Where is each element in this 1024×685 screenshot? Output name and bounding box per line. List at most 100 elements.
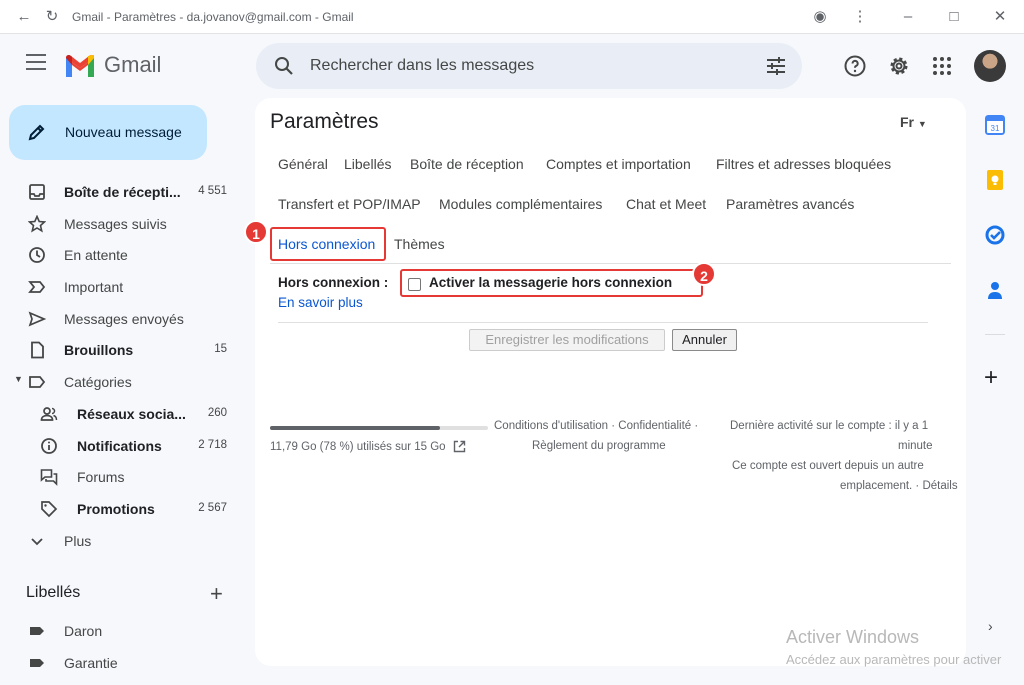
reload-icon[interactable]: ↻ [44, 9, 60, 25]
label-item-text: Daron [64, 623, 103, 639]
sidebar-nav: Boîte de récepti... 4 551 Messages suivi… [0, 176, 240, 556]
tab-accounts[interactable]: Comptes et importation [546, 156, 691, 172]
people-icon [40, 406, 58, 421]
settings-panel: Paramètres Fr ▼ Général Libellés Boîte d… [244, 98, 966, 666]
eye-icon[interactable]: ◉ [812, 9, 828, 25]
unread-count: 260 [207, 406, 227, 419]
sidebar-item-social[interactable]: Réseaux socia... 260 [0, 398, 240, 430]
tab-general[interactable]: Général [278, 156, 328, 172]
learn-more-link[interactable]: En savoir plus [278, 295, 363, 310]
annotation-box-1 [270, 227, 386, 261]
sidebar-item-label: Messages suivis [64, 215, 167, 232]
forum-icon [40, 469, 58, 487]
label-filled-icon [30, 627, 44, 635]
last-activity-text-cont: minute [898, 440, 933, 452]
tag-icon [41, 501, 58, 518]
contacts-icon[interactable] [985, 280, 1005, 300]
annotation-box-2 [400, 269, 703, 297]
sidebar-item-categories[interactable]: ▼ Catégories [0, 366, 240, 398]
caret-down-icon: ▼ [917, 119, 927, 129]
tab-chat-meet[interactable]: Chat et Meet [626, 196, 706, 212]
tab-filters[interactable]: Filtres et adresses bloquées [716, 156, 891, 172]
gmail-logo[interactable]: Gmail [64, 52, 161, 78]
side-panel: 31 + › [966, 98, 1024, 668]
add-label-icon[interactable]: + [210, 581, 223, 607]
offline-setting-label: Hors connexion : [278, 275, 389, 290]
side-panel-divider [985, 334, 1005, 335]
sidebar-item-label: Catégories [64, 374, 132, 391]
search-input[interactable]: Rechercher dans les messages [310, 57, 534, 75]
tab-labels[interactable]: Libellés [344, 156, 391, 172]
inbox-icon [29, 184, 45, 200]
minimize-icon[interactable]: – [900, 9, 916, 25]
more-vert-icon[interactable]: ⋮ [852, 9, 868, 25]
back-arrow-icon[interactable]: ← [16, 9, 32, 25]
maximize-icon[interactable]: □ [946, 9, 962, 25]
compose-button[interactable]: Nouveau message [9, 105, 207, 160]
search-bar[interactable]: Rechercher dans les messages [256, 43, 802, 89]
details-link[interactable]: emplacement. · Détails [840, 476, 958, 496]
tab-inbox[interactable]: Boîte de réception [410, 156, 524, 172]
chevron-right-icon[interactable]: › [988, 618, 993, 634]
terms-links[interactable]: Conditions d'utilisation · Confidentiali… [494, 416, 698, 436]
input-language-selector[interactable]: Fr ▼ [900, 114, 927, 130]
label-item-text: Garantie [64, 654, 118, 671]
cancel-button[interactable]: Annuler [672, 329, 737, 351]
tab-addons[interactable]: Modules complémentaires [439, 196, 602, 212]
sidebar-item-important[interactable]: Important [0, 271, 240, 303]
account-avatar[interactable] [974, 50, 1006, 82]
sidebar-item-drafts[interactable]: Brouillons 15 [0, 334, 240, 366]
storage-progress-bar [270, 426, 488, 430]
apps-grid-icon[interactable] [930, 54, 954, 78]
sidebar-item-promotions[interactable]: Promotions 2 567 [0, 493, 240, 525]
tab-themes[interactable]: Thèmes [394, 236, 445, 252]
unread-count: 15 [214, 343, 227, 356]
sidebar-item-more[interactable]: Plus [0, 525, 240, 557]
help-icon[interactable] [843, 54, 867, 78]
last-activity-text: Dernière activité sur le compte : il y a… [730, 420, 929, 432]
open-external-icon[interactable] [453, 440, 466, 453]
label-item-daron[interactable]: Daron [0, 615, 240, 647]
send-icon [28, 311, 46, 327]
chevron-down-icon [31, 537, 43, 545]
label-icon [29, 376, 46, 389]
settings-gear-icon[interactable] [887, 54, 911, 78]
storage-progress-fill [270, 426, 441, 430]
sidebar-item-label: Forums [77, 469, 125, 486]
calendar-icon[interactable]: 31 [985, 115, 1005, 135]
labels-heading: Libellés [26, 584, 81, 601]
sidebar-item-starred[interactable]: Messages suivis [0, 208, 240, 240]
unread-count: 2 718 [198, 438, 227, 451]
caret-down-icon[interactable]: ▼ [14, 374, 23, 384]
program-policies-link[interactable]: Règlement du programme [532, 436, 666, 456]
sidebar-item-inbox[interactable]: Boîte de récepti... 4 551 [0, 176, 240, 208]
sidebar-item-forums[interactable]: Forums [0, 461, 240, 493]
close-icon[interactable]: ✕ [992, 9, 1008, 25]
pencil-icon [28, 124, 45, 141]
sidebar-item-notifications[interactable]: Notifications 2 718 [0, 430, 240, 462]
page-title: Paramètres [270, 110, 379, 133]
menu-icon[interactable] [26, 54, 46, 70]
search-options-icon[interactable] [766, 56, 786, 76]
sidebar-item-label: Messages envoyés [64, 310, 184, 327]
gmail-logo-text: Gmail [104, 52, 162, 77]
star-icon [28, 214, 46, 233]
windows-activation-text: Accédez aux paramètres pour activer [786, 652, 1002, 667]
divider [270, 263, 951, 264]
draft-icon [31, 342, 44, 359]
search-icon[interactable] [274, 56, 294, 76]
sidebar-item-sent[interactable]: Messages envoyés [0, 303, 240, 335]
sidebar-item-snoozed[interactable]: En attente [0, 239, 240, 271]
add-addon-icon[interactable]: + [984, 364, 998, 392]
keep-icon[interactable] [985, 170, 1005, 190]
tab-forwarding[interactable]: Transfert et POP/IMAP [278, 196, 421, 212]
sidebar-item-label: Réseaux socia... [77, 405, 186, 422]
save-changes-button[interactable]: Enregistrer les modifications [469, 329, 665, 351]
label-item-garantie[interactable]: Garantie [0, 647, 240, 679]
storage-usage-text: 11,79 Go (78 %) utilisés sur 15 Go [270, 441, 446, 453]
sidebar-item-label: Important [64, 279, 124, 296]
info-icon [41, 437, 57, 454]
tab-advanced[interactable]: Paramètres avancés [726, 196, 854, 212]
tasks-icon[interactable] [985, 225, 1005, 245]
annotation-badge-2: 2 [692, 262, 716, 286]
